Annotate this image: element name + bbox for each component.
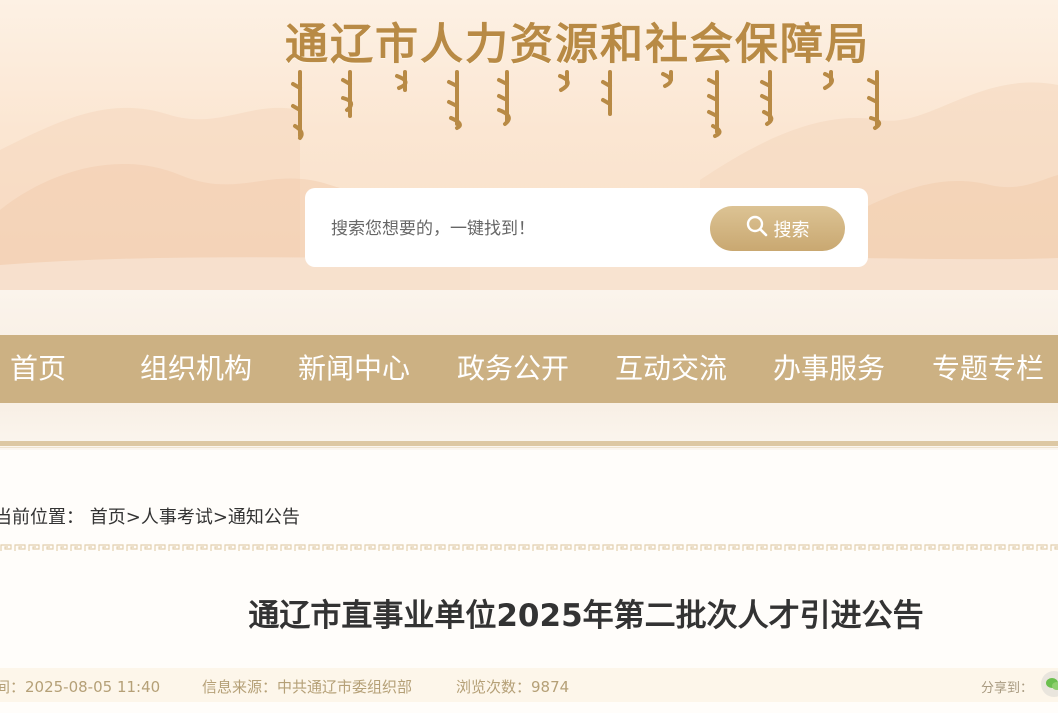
site-title: 通辽市人力资源和社会保障局 <box>285 20 870 70</box>
breadcrumb-prefix: 当前位置： <box>0 507 84 528</box>
search-box: 搜索 <box>305 188 868 267</box>
nav-item-news[interactable]: 新闻中心 <box>298 335 410 403</box>
header-banner: 通辽市人力资源和社会保障局 搜索 <box>0 0 1058 290</box>
breadcrumb-home[interactable]: 首页 <box>90 507 126 528</box>
search-button-label: 搜索 <box>773 219 810 241</box>
breadcrumb-notice[interactable]: 通知公告 <box>228 507 300 528</box>
nav-item-gov-affairs[interactable]: 政务公开 <box>457 335 569 403</box>
breadcrumb-exam[interactable]: 人事考试 <box>141 507 213 528</box>
mongolian-script-title <box>291 70 882 140</box>
main-nav: 首页 组织机构 新闻中心 政务公开 互动交流 办事服务 专题专栏 <box>0 335 1058 403</box>
share-label: 分享到： <box>981 681 1034 696</box>
breadcrumb-separator: > <box>212 507 228 528</box>
info-source: 信息来源：中共通辽市委组织部 <box>202 678 413 696</box>
nav-item-interaction[interactable]: 互动交流 <box>615 335 727 403</box>
breadcrumb-separator: > <box>125 507 141 528</box>
nav-divider-thin <box>0 447 1058 448</box>
nav-item-home[interactable]: 首页 <box>10 335 66 403</box>
article-title: 通辽市直事业单位2025年第二批次人才引进公告 <box>248 598 924 634</box>
nav-divider <box>0 441 1058 446</box>
decorative-fret-border <box>0 543 1058 553</box>
wechat-icon[interactable] <box>1041 671 1058 697</box>
article-meta-bar: 时间：2025-08-05 11:40 信息来源：中共通辽市委组织部 浏览次数：… <box>0 668 1058 702</box>
search-input[interactable] <box>329 213 693 245</box>
breadcrumb: 当前位置： 首页>人事考试>通知公告 <box>0 503 300 529</box>
search-button[interactable]: 搜索 <box>710 206 845 251</box>
nav-item-services[interactable]: 办事服务 <box>773 335 885 403</box>
view-count: 浏览次数：9874 <box>456 678 570 696</box>
publish-time: 时间：2025-08-05 11:40 <box>0 678 161 696</box>
nav-item-special[interactable]: 专题专栏 <box>932 335 1044 403</box>
nav-item-organization[interactable]: 组织机构 <box>140 335 252 403</box>
search-icon <box>746 215 768 242</box>
